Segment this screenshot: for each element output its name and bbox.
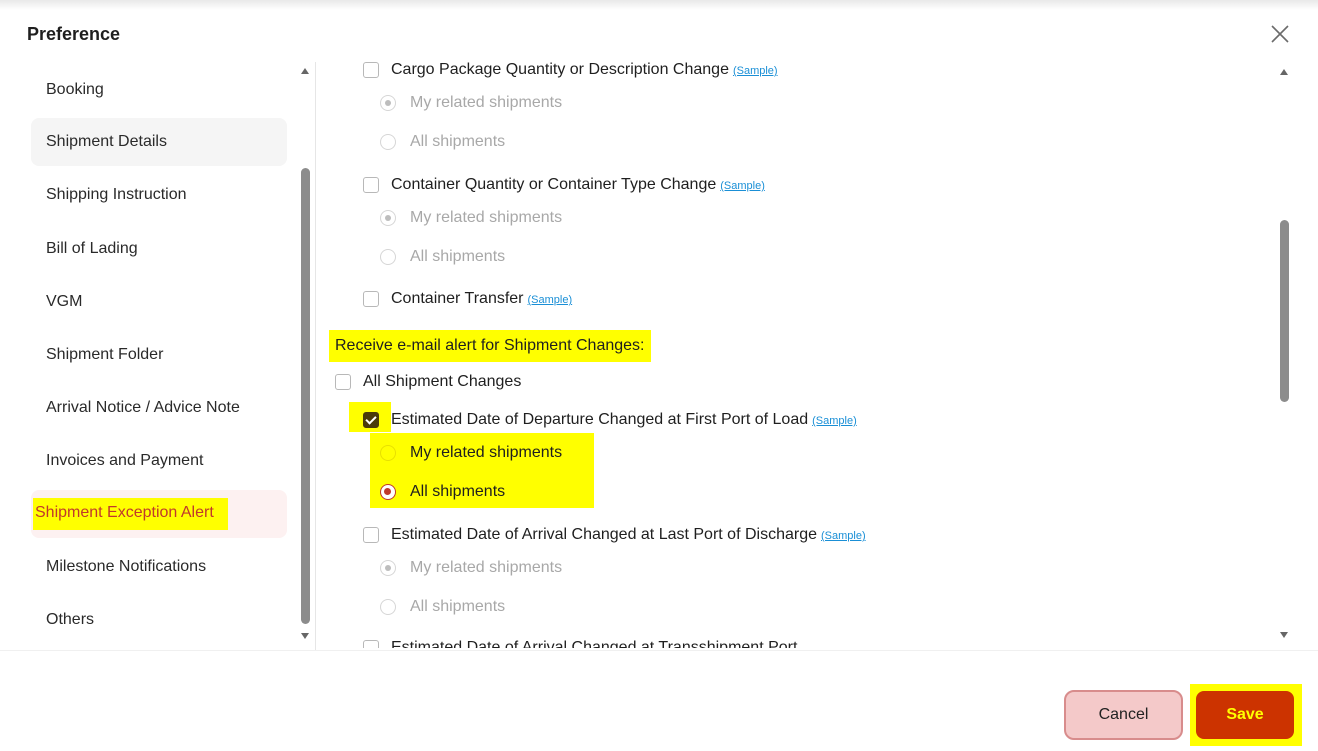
option-eta-transhipment: Estimated Date of Arrival Changed at Tra… bbox=[363, 639, 797, 648]
nav-item-arrival-notice[interactable]: Arrival Notice / Advice Note bbox=[31, 384, 287, 432]
radio-all-shipments: All shipments bbox=[380, 483, 505, 501]
nav-item-bill-of-lading[interactable]: Bill of Lading bbox=[31, 225, 287, 273]
radio-label: My related shipments bbox=[410, 209, 563, 226]
nav-item-others[interactable]: Others bbox=[31, 596, 287, 644]
checkbox[interactable] bbox=[363, 62, 379, 78]
sample-link[interactable]: (Sample) bbox=[528, 294, 573, 306]
nav-item-label: Arrival Notice / Advice Note bbox=[46, 399, 240, 416]
close-icon[interactable] bbox=[1268, 22, 1292, 46]
preference-dialog: Preference Booking Shipment Details Ship… bbox=[0, 0, 1318, 751]
option-label: All Shipment Changes bbox=[363, 373, 522, 390]
nav-item-label: Shipment Details bbox=[46, 133, 167, 150]
option-label: Container Transfer bbox=[391, 290, 524, 307]
checkbox[interactable] bbox=[335, 374, 351, 390]
option-etd-first-pol: Estimated Date of Departure Changed at F… bbox=[363, 411, 857, 429]
checkbox[interactable] bbox=[363, 640, 379, 648]
nav-item-label: Bill of Lading bbox=[46, 240, 138, 257]
radio-my-related: My related shipments bbox=[380, 444, 562, 462]
option-label: Container Quantity or Container Type Cha… bbox=[391, 176, 717, 193]
radio-my-related: My related shipments bbox=[380, 94, 562, 112]
radio-label: My related shipments bbox=[410, 94, 563, 111]
footer-divider bbox=[0, 650, 1318, 651]
alert-options-panel: Cargo Package Quantity or Description Ch… bbox=[316, 56, 1278, 648]
scroll-down-icon[interactable] bbox=[1280, 632, 1288, 638]
sample-link[interactable]: (Sample) bbox=[733, 65, 778, 77]
radio-button[interactable] bbox=[380, 599, 396, 615]
nav-item-label: Others bbox=[46, 611, 95, 628]
nav-item-label: Milestone Notifications bbox=[46, 558, 207, 575]
nav-item-milestone-notifications[interactable]: Milestone Notifications bbox=[31, 543, 287, 591]
option-label: Estimated Date of Departure Changed at F… bbox=[391, 411, 809, 428]
nav-item-label: VGM bbox=[46, 293, 83, 310]
checkbox[interactable] bbox=[363, 177, 379, 193]
radio-all-shipments: All shipments bbox=[380, 598, 505, 616]
radio-label: All shipments bbox=[410, 483, 506, 500]
nav-item-label: Invoices and Payment bbox=[46, 452, 204, 469]
nav-item-shipment-details[interactable]: Shipment Details bbox=[31, 118, 287, 166]
radio-label: All shipments bbox=[410, 248, 506, 265]
option-eta-last-pod: Estimated Date of Arrival Changed at Las… bbox=[363, 526, 866, 544]
dialog-title: Preference bbox=[27, 24, 121, 44]
radio-button[interactable] bbox=[380, 560, 396, 576]
radio-all-shipments: All shipments bbox=[380, 133, 505, 151]
scroll-up-icon[interactable] bbox=[1280, 69, 1288, 75]
option-all-shipment-changes: All Shipment Changes bbox=[335, 373, 521, 391]
option-container-transfer: Container Transfer (Sample) bbox=[363, 290, 572, 308]
radio-my-related: My related shipments bbox=[380, 559, 562, 577]
radio-button[interactable] bbox=[380, 210, 396, 226]
nav-item-shipment-folder[interactable]: Shipment Folder bbox=[31, 331, 287, 379]
content-scrollbar-thumb[interactable] bbox=[1280, 220, 1289, 402]
option-cargo-change: Cargo Package Quantity or Description Ch… bbox=[363, 61, 778, 79]
section-heading-text: Receive e-mail alert for Shipment Change… bbox=[335, 337, 645, 354]
sample-link[interactable]: (Sample) bbox=[821, 530, 866, 542]
option-label: Cargo Package Quantity or Description Ch… bbox=[391, 61, 729, 78]
scroll-up-icon[interactable] bbox=[301, 68, 309, 74]
checkbox[interactable] bbox=[363, 412, 379, 428]
cancel-button[interactable]: Cancel bbox=[1064, 690, 1183, 740]
nav-item-shipment-exception-alert[interactable]: Shipment Exception Alert bbox=[31, 490, 287, 538]
nav-item-label: Shipment Folder bbox=[46, 346, 164, 363]
section-heading: Receive e-mail alert for Shipment Change… bbox=[329, 330, 652, 362]
nav-item-shipping-instruction[interactable]: Shipping Instruction bbox=[31, 171, 287, 219]
radio-button[interactable] bbox=[380, 249, 396, 265]
sample-link[interactable]: (Sample) bbox=[812, 415, 857, 427]
option-container-qty-change: Container Quantity or Container Type Cha… bbox=[363, 176, 765, 194]
checkbox[interactable] bbox=[363, 291, 379, 307]
radio-all-shipments: All shipments bbox=[380, 248, 505, 266]
radio-button[interactable] bbox=[380, 484, 396, 500]
option-label: Estimated Date of Arrival Changed at Tra… bbox=[391, 639, 798, 648]
radio-button[interactable] bbox=[380, 445, 396, 461]
radio-button[interactable] bbox=[380, 95, 396, 111]
radio-label: My related shipments bbox=[410, 444, 563, 461]
option-label: Estimated Date of Arrival Changed at Las… bbox=[391, 526, 817, 543]
radio-label: All shipments bbox=[410, 133, 506, 150]
checkbox[interactable] bbox=[363, 527, 379, 543]
sample-link[interactable]: (Sample) bbox=[720, 180, 765, 192]
nav-item-label: Booking bbox=[46, 81, 104, 98]
nav-item-invoices-payment[interactable]: Invoices and Payment bbox=[31, 437, 287, 485]
radio-button[interactable] bbox=[380, 134, 396, 150]
nav-item-vgm[interactable]: VGM bbox=[31, 278, 287, 326]
nav-item-label: Shipment Exception Alert bbox=[33, 498, 228, 530]
radio-label: My related shipments bbox=[410, 559, 563, 576]
nav-item-booking[interactable]: Booking bbox=[31, 66, 287, 114]
radio-my-related: My related shipments bbox=[380, 209, 562, 227]
scroll-down-icon[interactable] bbox=[301, 633, 309, 639]
nav-scrollbar-thumb[interactable] bbox=[301, 168, 310, 624]
save-button[interactable]: Save bbox=[1196, 691, 1294, 739]
radio-label: All shipments bbox=[410, 598, 506, 615]
nav-item-label: Shipping Instruction bbox=[46, 186, 187, 203]
